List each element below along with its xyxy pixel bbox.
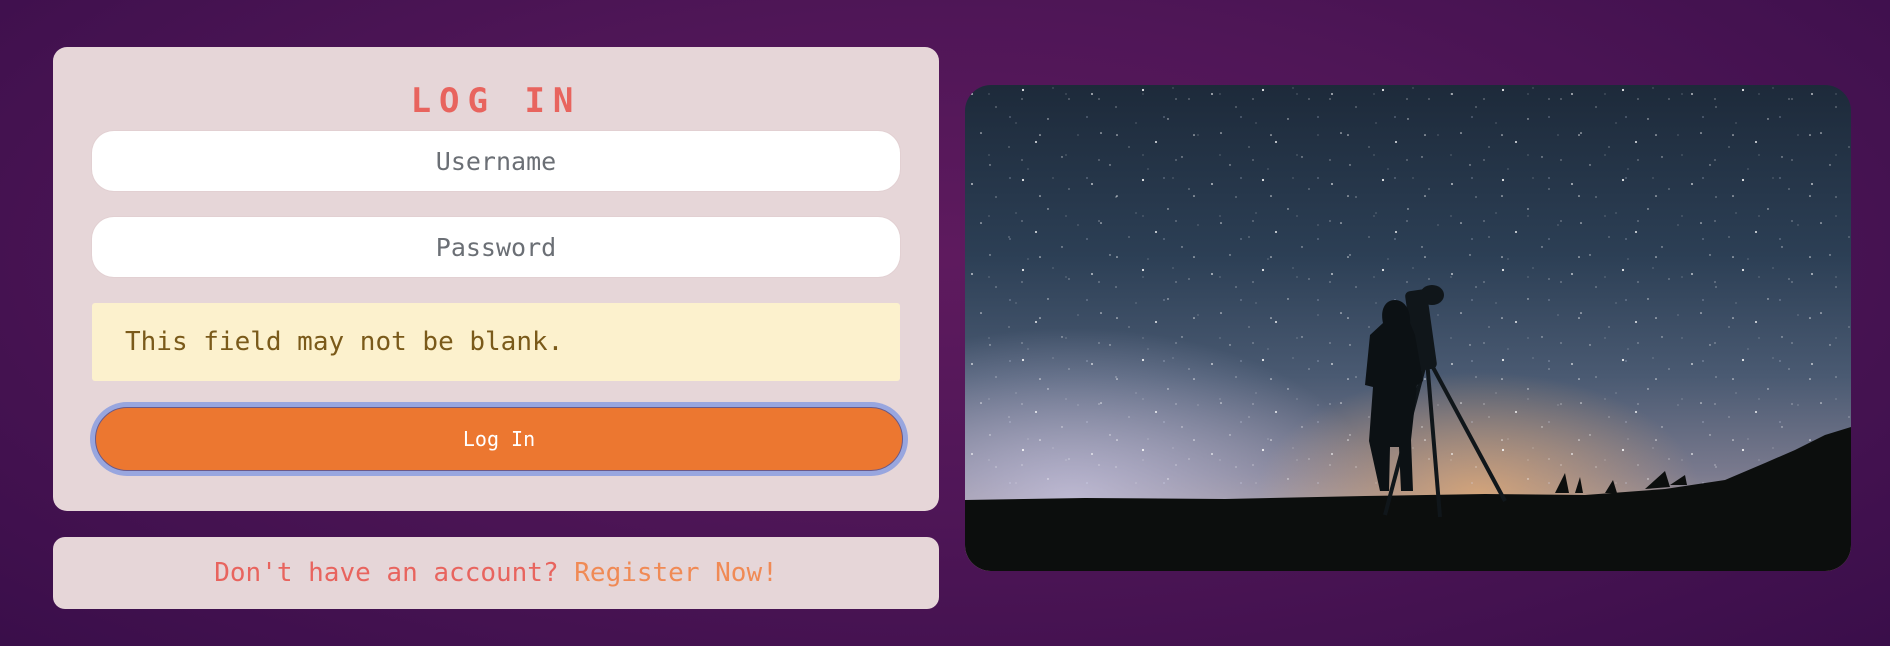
login-card: LOG IN This field may not be blank. Log … — [53, 47, 939, 511]
validation-alert: This field may not be blank. — [92, 303, 900, 381]
login-title: LOG IN — [410, 81, 582, 121]
password-input[interactable] — [92, 217, 900, 277]
register-card: Don't have an account? Register Now! — [53, 537, 939, 609]
register-link[interactable]: Register Now! — [574, 558, 778, 588]
register-prompt: Don't have an account? — [214, 558, 575, 588]
hero-photo — [965, 85, 1851, 571]
login-button[interactable]: Log In — [95, 407, 903, 471]
validation-message: This field may not be blank. — [125, 327, 564, 357]
username-input[interactable] — [92, 131, 900, 191]
